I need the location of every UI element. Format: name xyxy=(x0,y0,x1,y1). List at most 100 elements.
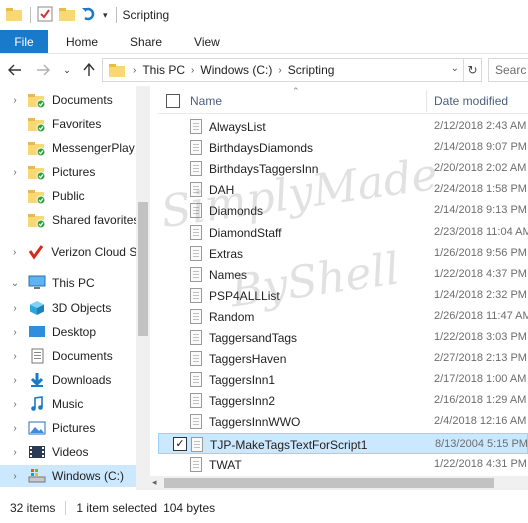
file-row[interactable]: ✓ TJP-MakeTagsTextForScript1 8/13/2004 5:1… xyxy=(158,433,528,454)
sidebar-item[interactable]: › Pictures xyxy=(0,161,150,183)
text-file-icon xyxy=(190,119,202,134)
sidebar-item-label: Pictures xyxy=(52,421,96,435)
row-checkbox[interactable]: ✓ xyxy=(173,437,187,451)
file-date-modified: 1/26/2018 9:56 PM xyxy=(434,247,527,259)
file-row[interactable]: TaggersHaven 2/27/2018 2:13 PM xyxy=(158,348,528,369)
address-history-chevron-down-icon[interactable]: ⌄ xyxy=(451,63,459,74)
chevron-right-icon[interactable]: › xyxy=(8,375,22,386)
file-row[interactable]: PSP4ALLList 1/24/2018 2:32 PM xyxy=(158,285,528,306)
breadcrumb-chevron-icon[interactable]: › xyxy=(278,65,281,76)
file-row[interactable]: DiamondStaff 2/23/2018 11:04 AM xyxy=(158,222,528,243)
tab-share[interactable]: Share xyxy=(112,30,176,53)
file-row[interactable]: TaggersInnWWO 2/4/2018 12:16 AM xyxy=(158,411,528,432)
tab-home[interactable]: Home xyxy=(48,30,112,53)
sidebar-item[interactable]: › Windows (C:) xyxy=(0,465,150,487)
sidebar-item[interactable]: › Videos xyxy=(0,441,150,463)
folder-sync-icon xyxy=(28,188,46,204)
sidebar-item-label: Documents xyxy=(52,349,113,363)
sidebar-item[interactable]: › Verizon Cloud Syn xyxy=(0,241,150,263)
file-row[interactable]: Extras 1/26/2018 9:56 PM xyxy=(158,243,528,264)
file-date-modified: 1/22/2018 3:03 PM xyxy=(434,331,527,343)
tab-view[interactable]: View xyxy=(176,30,234,53)
chevron-right-icon[interactable]: › xyxy=(8,351,22,362)
sidebar-item[interactable]: › Pictures xyxy=(0,417,150,439)
file-list-horizontal-scrollbar[interactable]: ◂ xyxy=(150,476,528,490)
select-all-checkbox[interactable] xyxy=(166,93,180,108)
file-date-modified: 2/26/2018 11:47 AM xyxy=(434,310,528,322)
new-folder-icon[interactable] xyxy=(59,7,75,24)
title-bar: ▾ Scripting xyxy=(0,0,528,30)
file-row[interactable]: BirthdaysDiamonds 2/14/2018 9:07 PM xyxy=(158,137,528,158)
file-row[interactable]: TaggersInn1 2/17/2018 1:00 AM xyxy=(158,369,528,390)
column-header-name[interactable]: Name xyxy=(190,94,222,108)
file-name: DAH xyxy=(209,183,235,197)
chevron-right-icon[interactable]: › xyxy=(8,447,22,458)
cube-icon xyxy=(28,300,46,316)
file-row[interactable]: TaggersInn2 2/16/2018 1:29 AM xyxy=(158,390,528,411)
sidebar-item[interactable]: › Downloads xyxy=(0,369,150,391)
chevron-right-icon[interactable]: › xyxy=(8,95,22,106)
file-row[interactable]: TaggersandTags 1/22/2018 3:03 PM xyxy=(158,327,528,348)
text-file-icon xyxy=(190,267,202,282)
sidebar-item[interactable]: ⌄ This PC xyxy=(0,272,150,294)
text-file-icon xyxy=(190,330,202,345)
documents-icon xyxy=(28,348,46,364)
status-selection: 1 item selected xyxy=(76,500,158,515)
address-bar[interactable]: › This PC › Windows (C:) › Scripting ⌄ xyxy=(102,58,464,82)
divider xyxy=(30,7,31,23)
horizontal-scroll-thumb[interactable] xyxy=(164,478,494,488)
back-arrow-icon[interactable] xyxy=(4,59,26,81)
chevron-right-icon[interactable]: › xyxy=(8,167,22,178)
chevron-right-icon[interactable]: › xyxy=(8,471,22,482)
file-row[interactable]: Diamonds 2/14/2018 9:13 PM xyxy=(158,200,528,221)
sidebar-item[interactable]: Favorites xyxy=(0,113,150,135)
text-file-icon xyxy=(190,140,202,155)
chevron-right-icon[interactable]: › xyxy=(8,303,22,314)
properties-icon[interactable] xyxy=(37,6,53,25)
ribbon-tabs: File Home Share View xyxy=(0,30,528,54)
scroll-left-arrow-icon[interactable]: ◂ xyxy=(152,477,157,488)
refresh-icon[interactable]: ↻ xyxy=(464,58,482,82)
file-date-modified: 2/4/2018 12:16 AM xyxy=(434,415,527,427)
folder-sync-icon xyxy=(28,212,46,228)
breadcrumb-chevron-icon[interactable]: › xyxy=(133,65,136,76)
recent-locations-chevron-down-icon[interactable]: ⌄ xyxy=(56,59,78,81)
breadcrumb-chevron-icon[interactable]: › xyxy=(191,65,194,76)
undo-icon[interactable] xyxy=(81,6,97,25)
download-icon xyxy=(28,372,46,388)
file-row[interactable]: Random 2/26/2018 11:47 AM xyxy=(158,306,528,327)
column-header-date-modified[interactable]: Date modified xyxy=(434,94,508,108)
tab-file[interactable]: File xyxy=(0,30,48,53)
chevron-right-icon[interactable]: › xyxy=(8,423,22,434)
sidebar-item-label: Music xyxy=(52,397,84,411)
breadcrumb-scripting[interactable]: Scripting xyxy=(288,63,335,77)
column-divider[interactable] xyxy=(426,90,427,112)
file-row[interactable]: BirthdaysTaggersInn 2/20/2018 2:02 AM xyxy=(158,158,528,179)
sidebar-item[interactable]: Public xyxy=(0,185,150,207)
sidebar-item[interactable]: › 3D Objects xyxy=(0,297,150,319)
chevron-down-icon[interactable]: ⌄ xyxy=(8,278,22,289)
forward-arrow-icon[interactable] xyxy=(32,59,54,81)
text-file-icon xyxy=(190,203,202,218)
file-name: Extras xyxy=(209,247,244,261)
sidebar-item[interactable]: › Documents xyxy=(0,345,150,367)
sidebar-item[interactable]: MessengerPlay xyxy=(0,137,150,159)
file-row[interactable]: DAH 2/24/2018 1:58 PM xyxy=(158,179,528,200)
file-row[interactable]: TWAT 1/22/2018 4:31 PM xyxy=(158,454,528,475)
file-row[interactable]: AlwaysList 2/12/2018 2:43 AM xyxy=(158,116,528,137)
chevron-right-icon[interactable]: › xyxy=(8,247,21,258)
file-name: TaggersInn1 xyxy=(209,373,276,387)
customize-toolbar-chevron-down-icon[interactable]: ▾ xyxy=(103,10,108,21)
sidebar-item[interactable]: Shared favorites xyxy=(0,209,150,231)
breadcrumb-this-pc[interactable]: This PC xyxy=(142,63,185,77)
chevron-right-icon[interactable]: › xyxy=(8,399,22,410)
up-arrow-icon[interactable] xyxy=(78,59,100,81)
sidebar-item[interactable]: › Desktop xyxy=(0,321,150,343)
chevron-right-icon[interactable]: › xyxy=(8,327,22,338)
file-row[interactable]: Names 1/22/2018 4:37 PM xyxy=(158,264,528,285)
sidebar-item[interactable]: › Documents xyxy=(0,89,150,111)
sidebar-item[interactable]: › Music xyxy=(0,393,150,415)
navigation-pane-scroll-thumb[interactable] xyxy=(138,202,148,336)
search-input[interactable]: Searc xyxy=(488,58,528,82)
breadcrumb-windows-c[interactable]: Windows (C:) xyxy=(200,63,272,77)
